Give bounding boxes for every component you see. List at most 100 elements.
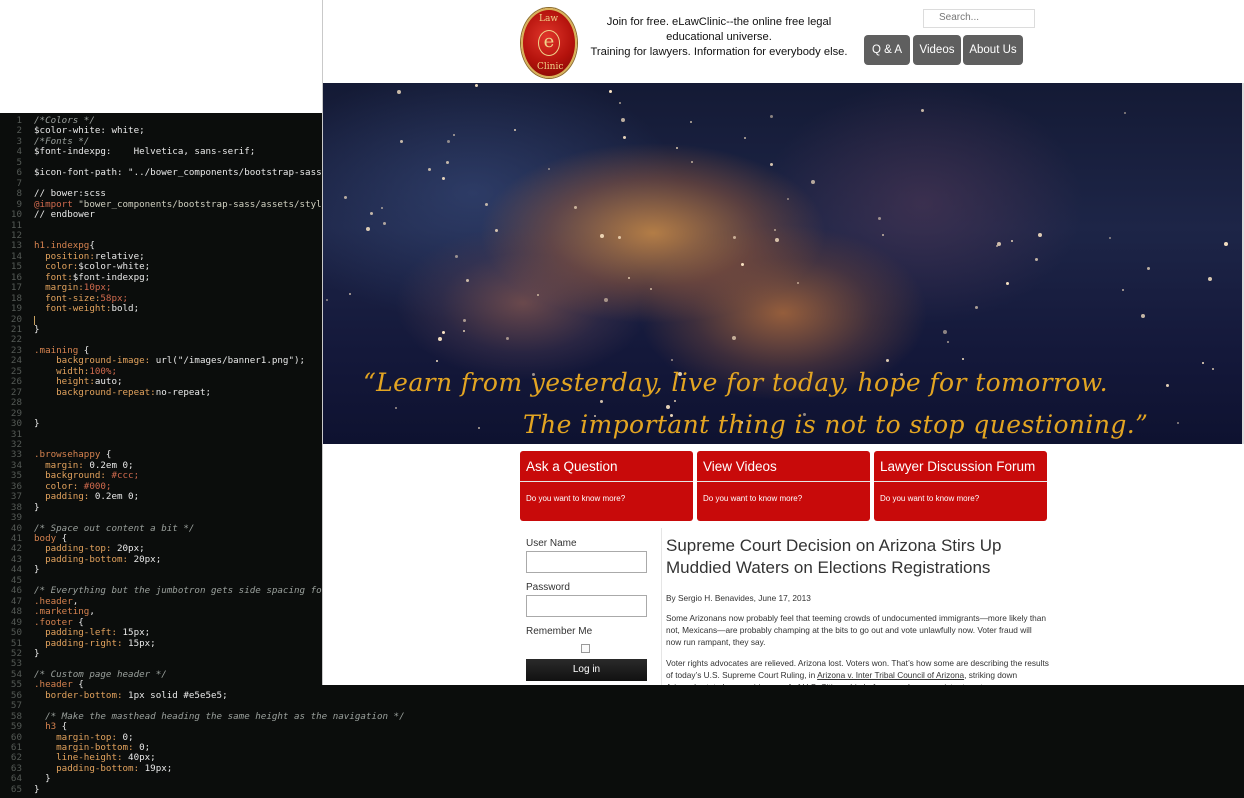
star [741, 263, 744, 266]
code-text: color: #000; [34, 481, 111, 492]
feature-lawyer-forum[interactable]: Lawyer Discussion Forum Do you want to k… [874, 451, 1047, 521]
star [996, 245, 998, 247]
code-text: } [34, 648, 40, 659]
code-text: font-weight:bold; [34, 303, 139, 314]
code-text: // endbower [34, 209, 95, 220]
line-number: 65 [10, 783, 22, 795]
star [400, 140, 403, 143]
logo-text-bottom: Clinic [537, 62, 564, 72]
code-token: $font-indexpg; [72, 271, 151, 283]
nav-videos-button[interactable]: Videos [913, 35, 961, 65]
code-token: font-weight: [34, 303, 112, 315]
code-text: // bower:scss [34, 188, 106, 199]
line-number: 30 [10, 418, 22, 430]
code-token: background: [34, 470, 112, 482]
code-token: { [89, 240, 95, 252]
search-input[interactable]: Search... [923, 9, 1035, 28]
code-text: line-height: 40px; [34, 752, 156, 763]
code-text: body { [34, 533, 67, 544]
code-token: 100%; [89, 365, 117, 377]
feature-ask-question[interactable]: Ask a Question Do you want to know more? [520, 451, 693, 521]
line-number: 5 [16, 156, 22, 168]
code-token: no-repeat; [155, 386, 212, 398]
star [366, 227, 370, 231]
code-text: $color-white: white; [34, 125, 145, 136]
code-text: margin: 0.2em 0; [34, 460, 134, 471]
remember-me-checkbox[interactable] [581, 644, 590, 653]
star [886, 359, 889, 362]
code-text: position:relative; [34, 251, 145, 262]
password-field[interactable] [526, 595, 647, 617]
elawclinic-logo[interactable]: Law e Clinic [521, 8, 577, 78]
nav-about-us-button[interactable]: About Us [963, 35, 1023, 65]
star [1202, 362, 1204, 364]
star [628, 277, 630, 279]
code-token: margin: [34, 282, 84, 294]
code-token: 15px; [128, 637, 156, 649]
line-number: 54 [10, 668, 22, 680]
case-link[interactable]: Arizona v. Inter Tribal Council of Arizo… [817, 670, 964, 680]
star [1122, 289, 1124, 291]
code-text: margin-top: 0; [34, 731, 134, 743]
line-number: 7 [16, 177, 22, 189]
feature-subtitle: Do you want to know more? [526, 494, 626, 503]
code-token: 0; [139, 742, 151, 753]
star [370, 212, 373, 215]
site-tagline: Join for free. eLawClinic--the online fr… [581, 15, 857, 60]
code-text: .maining { [34, 345, 89, 356]
code-token: font-size: [34, 292, 101, 304]
feature-title: Ask a Question [526, 459, 618, 474]
username-field[interactable] [526, 551, 647, 573]
code-token: $icon-font-path: "../bower_components/bo… [34, 167, 339, 179]
line-number: 36 [10, 480, 22, 492]
line-number: 19 [10, 303, 22, 315]
nav-qa-button[interactable]: Q & A [864, 35, 910, 65]
code-text: /*Colors */ [34, 115, 95, 126]
code-token: .maining [34, 344, 84, 356]
code-token: padding-bottom: [34, 553, 134, 565]
code-text: } [34, 784, 40, 795]
line-number: 24 [10, 355, 22, 367]
line-number: 20 [10, 313, 22, 325]
code-token: color: [34, 480, 84, 492]
code-token: padding: [34, 491, 95, 503]
code-token: 10px; [83, 282, 112, 294]
star [514, 129, 516, 131]
code-token: width: [34, 365, 90, 377]
code-text: padding-right: 15px; [34, 638, 156, 649]
line-number: 64 [10, 773, 22, 785]
star [442, 177, 445, 180]
code-text: padding: 0.2em 0; [34, 491, 139, 502]
line-number: 25 [10, 365, 22, 377]
line-number: 31 [10, 428, 22, 440]
code-token: 20px; [116, 543, 145, 555]
star [1109, 237, 1111, 239]
feature-view-videos[interactable]: View Videos Do you want to know more? [697, 451, 870, 521]
code-text: h3 { [34, 721, 67, 732]
browser-window: Law e Clinic Join for free. eLawClinic--… [322, 0, 1244, 685]
code-token: 15px; [122, 627, 151, 639]
line-number: 1 [16, 115, 22, 126]
line-number: 42 [10, 543, 22, 555]
code-text: color:$color-white; [34, 261, 150, 272]
code-text: /* Everything but the jumbotron gets sid… [34, 585, 338, 596]
line-number: 51 [10, 637, 22, 649]
star [962, 358, 964, 360]
star [600, 400, 603, 403]
star [395, 407, 397, 409]
username-label: User Name [526, 538, 577, 549]
line-number: 14 [10, 250, 22, 262]
login-button[interactable]: Log in [526, 659, 647, 681]
article-byline: By Sergio H. Benavides, June 17, 2013 [666, 593, 811, 603]
star [947, 341, 949, 343]
star [1038, 233, 1042, 237]
code-text: @import "bower_components/bootstrap-sass… [34, 199, 338, 210]
line-number: 10 [10, 209, 22, 221]
star [878, 217, 881, 220]
code-token: $color-white; [78, 261, 151, 273]
code-token: 0.2em 0; [94, 491, 140, 503]
code-text: /* Make the masthead heading the same he… [34, 711, 405, 722]
star [463, 330, 465, 332]
code-text: .header, [34, 596, 78, 607]
code-token: 0; [122, 731, 134, 743]
